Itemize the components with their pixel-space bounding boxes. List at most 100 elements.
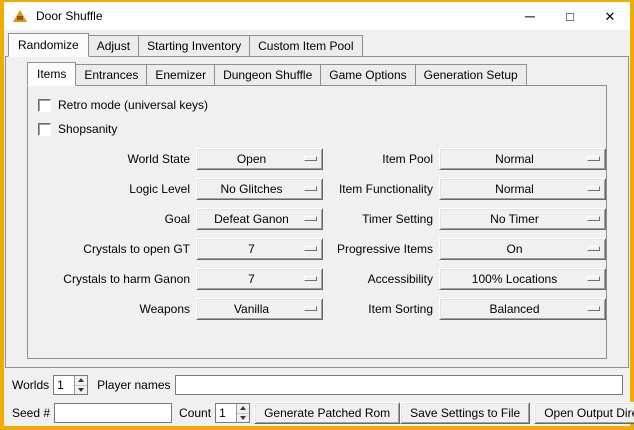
minimize-icon: ─ bbox=[525, 9, 535, 23]
world-state-dropdown[interactable]: Open bbox=[196, 148, 323, 170]
dropdown-indicator-icon bbox=[587, 276, 600, 281]
timer-setting-label: Timer Setting bbox=[329, 212, 433, 226]
retro-mode-checkbox[interactable] bbox=[38, 99, 51, 112]
worlds-label: Worlds bbox=[12, 378, 49, 392]
item-sorting-label: Item Sorting bbox=[329, 302, 433, 316]
triforce-icon bbox=[13, 10, 27, 22]
seed-label: Seed # bbox=[12, 406, 50, 420]
open-output-button[interactable]: Open Output Directory bbox=[534, 402, 634, 424]
dropdown-indicator-icon bbox=[304, 156, 317, 161]
item-pool-label: Item Pool bbox=[329, 152, 433, 166]
dropdown-value: 100% Locations bbox=[472, 272, 573, 286]
dropdown-value: Defeat Ganon bbox=[214, 212, 305, 226]
worlds-spinner[interactable]: 1 bbox=[53, 375, 88, 395]
randomize-panel: Items Entrances Enemizer Dungeon Shuffle… bbox=[5, 56, 629, 368]
dropdown-value: No Glitches bbox=[220, 182, 298, 196]
retro-mode-label: Retro mode (universal keys) bbox=[58, 98, 208, 112]
window-title: Door Shuffle bbox=[36, 9, 510, 23]
dropdown-indicator-icon bbox=[304, 186, 317, 191]
progressive-items-dropdown[interactable]: On bbox=[439, 238, 606, 260]
timer-setting-dropdown[interactable]: No Timer bbox=[439, 208, 606, 230]
tab-custom-item-pool[interactable]: Custom Item Pool bbox=[249, 35, 362, 56]
dropdown-value: On bbox=[506, 242, 538, 256]
item-pool-dropdown[interactable]: Normal bbox=[439, 148, 606, 170]
dropdown-value: Balanced bbox=[489, 302, 555, 316]
dropdown-value: Open bbox=[237, 152, 282, 166]
world-state-label: World State bbox=[40, 152, 190, 166]
tab-starting-inventory[interactable]: Starting Inventory bbox=[138, 35, 250, 56]
titlebar: Door Shuffle ─ □ ✕ bbox=[4, 2, 630, 30]
spinner-up-icon[interactable] bbox=[237, 404, 249, 414]
app-icon bbox=[12, 8, 28, 24]
dropdown-indicator-icon bbox=[587, 186, 600, 191]
shopsanity-checkbox[interactable] bbox=[38, 123, 51, 136]
tab-items[interactable]: Items bbox=[27, 62, 76, 86]
logic-level-dropdown[interactable]: No Glitches bbox=[196, 178, 323, 200]
seed-row: Seed # Count 1 Generate Patched Rom Save… bbox=[12, 400, 624, 426]
dropdown-indicator-icon bbox=[304, 306, 317, 311]
dropdown-value: Normal bbox=[495, 152, 550, 166]
player-names-input[interactable] bbox=[175, 375, 624, 395]
shopsanity-label: Shopsanity bbox=[58, 122, 117, 136]
bottom-bar: Worlds 1 Player names Seed # Count 1 bbox=[4, 368, 630, 426]
item-functionality-label: Item Functionality bbox=[329, 182, 433, 196]
outer-tab-bar: Randomize Adjust Starting Inventory Cust… bbox=[8, 33, 630, 56]
player-names-label: Player names bbox=[97, 378, 170, 392]
minimize-button[interactable]: ─ bbox=[510, 2, 550, 30]
worlds-value: 1 bbox=[54, 376, 74, 394]
tab-randomize[interactable]: Randomize bbox=[8, 33, 89, 57]
items-panel: Retro mode (universal keys) Shopsanity W… bbox=[27, 85, 607, 359]
dropdown-indicator-icon bbox=[304, 216, 317, 221]
worlds-spinner-arrows bbox=[74, 376, 87, 394]
dropdown-value: 7 bbox=[248, 272, 271, 286]
retro-mode-row: Retro mode (universal keys) bbox=[38, 93, 600, 117]
spinner-down-icon[interactable] bbox=[237, 414, 249, 423]
crystals-harm-ganon-dropdown[interactable]: 7 bbox=[196, 268, 323, 290]
save-settings-button[interactable]: Save Settings to File bbox=[400, 402, 530, 424]
logic-level-label: Logic Level bbox=[40, 182, 190, 196]
window-inner: Door Shuffle ─ □ ✕ Randomize Adjust Star… bbox=[4, 2, 630, 426]
spinner-up-icon[interactable] bbox=[75, 376, 87, 386]
dropdown-indicator-icon bbox=[587, 246, 600, 251]
goal-dropdown[interactable]: Defeat Ganon bbox=[196, 208, 323, 230]
weapons-label: Weapons bbox=[40, 302, 190, 316]
count-spinner-arrows bbox=[236, 404, 249, 422]
count-spinner[interactable]: 1 bbox=[215, 403, 250, 423]
spinner-down-icon[interactable] bbox=[75, 386, 87, 395]
window-controls: ─ □ ✕ bbox=[510, 2, 630, 30]
dropdown-value: 7 bbox=[248, 242, 271, 256]
dropdown-indicator-icon bbox=[587, 306, 600, 311]
shopsanity-row: Shopsanity bbox=[38, 117, 600, 141]
inner-tab-bar: Items Entrances Enemizer Dungeon Shuffle… bbox=[27, 62, 628, 85]
generate-button[interactable]: Generate Patched Rom bbox=[254, 402, 400, 424]
goal-label: Goal bbox=[40, 212, 190, 226]
tab-game-options[interactable]: Game Options bbox=[320, 64, 415, 85]
close-button[interactable]: ✕ bbox=[590, 2, 630, 30]
count-label: Count bbox=[179, 406, 211, 420]
dropdown-indicator-icon bbox=[304, 276, 317, 281]
crystals-open-gt-label: Crystals to open GT bbox=[40, 242, 190, 256]
dropdown-indicator-icon bbox=[587, 216, 600, 221]
maximize-button[interactable]: □ bbox=[550, 2, 590, 30]
crystals-harm-ganon-label: Crystals to harm Ganon bbox=[40, 272, 190, 286]
options-grid: World State Open Item Pool Normal Logic … bbox=[40, 148, 600, 320]
close-icon: ✕ bbox=[605, 10, 616, 23]
item-functionality-dropdown[interactable]: Normal bbox=[439, 178, 606, 200]
progressive-items-label: Progressive Items bbox=[329, 242, 433, 256]
weapons-dropdown[interactable]: Vanilla bbox=[196, 298, 323, 320]
crystals-open-gt-dropdown[interactable]: 7 bbox=[196, 238, 323, 260]
maximize-icon: □ bbox=[566, 10, 574, 23]
tab-adjust[interactable]: Adjust bbox=[88, 35, 139, 56]
worlds-row: Worlds 1 Player names bbox=[12, 373, 624, 397]
tab-dungeon-shuffle[interactable]: Dungeon Shuffle bbox=[214, 64, 321, 85]
window: Door Shuffle ─ □ ✕ Randomize Adjust Star… bbox=[0, 0, 634, 430]
count-value: 1 bbox=[216, 404, 236, 422]
dropdown-indicator-icon bbox=[304, 246, 317, 251]
accessibility-dropdown[interactable]: 100% Locations bbox=[439, 268, 606, 290]
tab-entrances[interactable]: Entrances bbox=[75, 64, 147, 85]
tab-generation-setup[interactable]: Generation Setup bbox=[415, 64, 527, 85]
item-sorting-dropdown[interactable]: Balanced bbox=[439, 298, 606, 320]
accessibility-label: Accessibility bbox=[329, 272, 433, 286]
seed-input[interactable] bbox=[54, 403, 172, 423]
tab-enemizer[interactable]: Enemizer bbox=[146, 64, 215, 85]
